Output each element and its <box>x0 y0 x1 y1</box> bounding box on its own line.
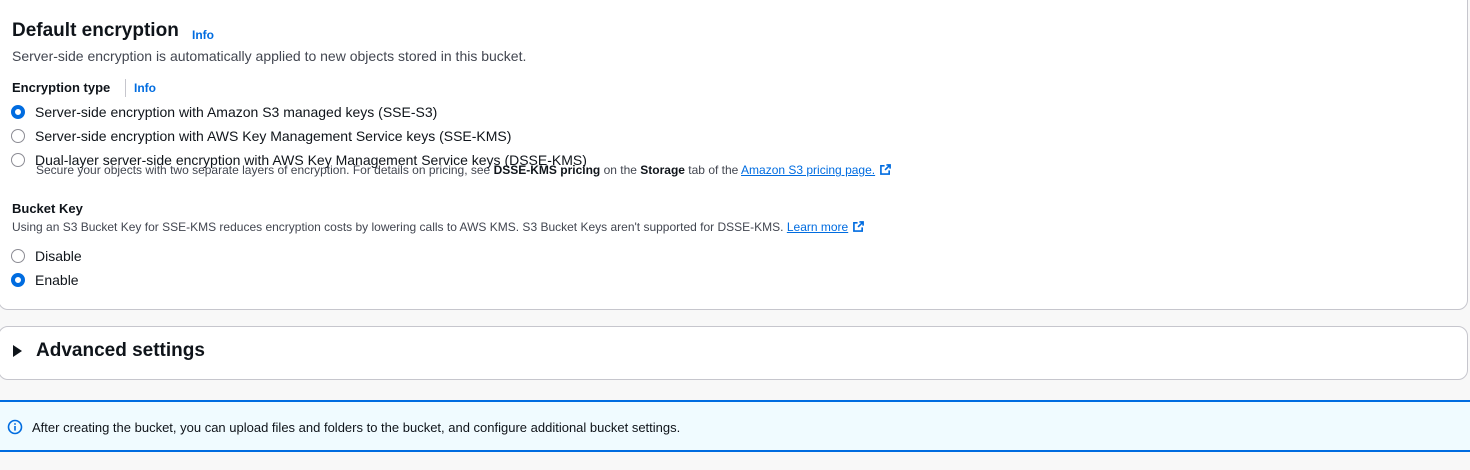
radio-bucket-key-enable[interactable]: Enable <box>11 272 79 288</box>
advanced-settings-toggle[interactable]: Advanced settings <box>13 340 205 362</box>
radio-dsse-kms-circle[interactable] <box>11 153 25 167</box>
default-encryption-title: Default encryption <box>12 20 179 41</box>
hint-storage: Storage <box>640 163 685 177</box>
info-flashbar: After creating the bucket, you can uploa… <box>0 400 1470 452</box>
radio-sse-s3[interactable]: Server-side encryption with Amazon S3 ma… <box>11 104 437 120</box>
external-link-icon[interactable] <box>880 164 892 175</box>
radio-enable-circle[interactable] <box>11 273 25 287</box>
advanced-settings-panel: Advanced settings <box>0 326 1468 380</box>
encryption-type-info-link[interactable]: Info <box>134 81 156 95</box>
default-encryption-description: Server-side encryption is automatically … <box>12 48 527 64</box>
hint-dsse-pricing: DSSE-KMS pricing <box>493 163 601 177</box>
radio-disable-circle[interactable] <box>11 249 25 263</box>
external-link-icon[interactable] <box>853 221 865 232</box>
hint-middle: on the <box>600 163 641 177</box>
encryption-type-divider <box>125 79 126 97</box>
radio-sse-kms-circle[interactable] <box>11 129 25 143</box>
s3-pricing-page-link[interactable]: Amazon S3 pricing page. <box>741 163 875 177</box>
bucket-key-description: Using an S3 Bucket Key for SSE-KMS reduc… <box>12 220 865 234</box>
caret-right-icon[interactable] <box>13 345 22 357</box>
encryption-type-label: Encryption type <box>12 80 111 95</box>
default-encryption-panel: Default encryption Info Server-side encr… <box>0 0 1468 310</box>
learn-more-link[interactable]: Learn more <box>787 220 848 234</box>
dsse-kms-hint: Secure your objects with two separate la… <box>36 163 892 177</box>
radio-bucket-key-disable[interactable]: Disable <box>11 248 82 264</box>
radio-enable-label[interactable]: Enable <box>35 272 79 288</box>
radio-sse-kms-label[interactable]: Server-side encryption with AWS Key Mana… <box>35 128 511 144</box>
bucket-key-description-text: Using an S3 Bucket Key for SSE-KMS reduc… <box>12 220 787 234</box>
radio-sse-kms[interactable]: Server-side encryption with AWS Key Mana… <box>11 128 511 144</box>
radio-disable-label[interactable]: Disable <box>35 248 82 264</box>
radio-sse-s3-label[interactable]: Server-side encryption with Amazon S3 ma… <box>35 104 437 120</box>
hint-suffix: tab of the <box>684 163 742 177</box>
info-circle-icon <box>7 419 23 435</box>
bucket-key-label: Bucket Key <box>12 201 83 216</box>
advanced-settings-title[interactable]: Advanced settings <box>36 340 205 362</box>
radio-sse-s3-circle[interactable] <box>11 105 25 119</box>
info-flashbar-text: After creating the bucket, you can uploa… <box>32 420 681 435</box>
default-encryption-info-link[interactable]: Info <box>192 28 214 42</box>
hint-prefix: Secure your objects with two separate la… <box>36 163 494 177</box>
